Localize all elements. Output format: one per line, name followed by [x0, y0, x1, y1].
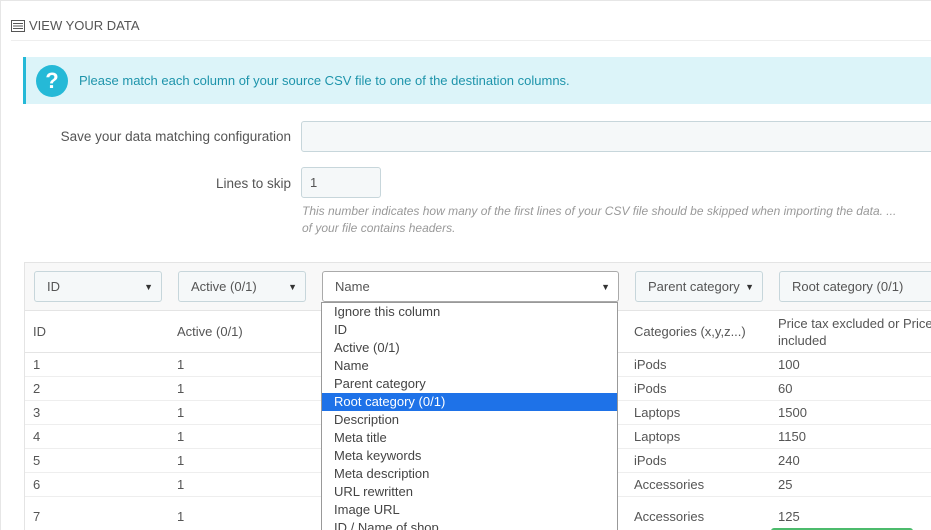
dropdown-option[interactable]: Parent category [322, 375, 617, 393]
lines-to-skip-label: Lines to skip [215, 176, 291, 191]
alert-text: Please match each column of your source … [79, 73, 570, 88]
info-alert: ? Please match each column of your sourc… [23, 57, 931, 104]
dropdown-option-selected[interactable]: Root category (0/1) [322, 393, 617, 411]
caret-down-icon: ▼ [288, 282, 297, 292]
dropdown-option[interactable]: URL rewritten [322, 483, 617, 501]
caret-down-icon: ▼ [144, 282, 153, 292]
dropdown-option[interactable]: Meta keywords [322, 447, 617, 465]
header-active: Active (0/1) [177, 324, 243, 339]
column-select-2[interactable]: Active (0/1) ▼ [178, 271, 306, 302]
dropdown-option[interactable]: Active (0/1) [322, 339, 617, 357]
header-id: ID [33, 324, 46, 339]
dropdown-option[interactable]: ID [322, 321, 617, 339]
dropdown-option[interactable]: Description [322, 411, 617, 429]
column-select-5[interactable]: Root category (0/1) [779, 271, 931, 302]
config-name-input[interactable] [301, 121, 931, 152]
caret-down-icon: ▼ [601, 282, 610, 292]
dropdown-option[interactable]: Image URL [322, 501, 617, 519]
config-label: Save your data matching configuration [60, 129, 291, 144]
panel-heading: VIEW YOUR DATA [11, 11, 931, 41]
column-select-3[interactable]: Name ▼ [322, 271, 619, 302]
caret-down-icon: ▼ [745, 282, 754, 292]
header-categories: Categories (x,y,z...) [634, 324, 746, 339]
column-select-dropdown[interactable]: Ignore this column ID Active (0/1) Name … [321, 302, 618, 530]
lines-to-skip-input[interactable] [301, 167, 381, 198]
dropdown-option[interactable]: Meta title [322, 429, 617, 447]
view-data-panel: VIEW YOUR DATA ? Please match each colum… [0, 0, 931, 530]
header-price: Price tax excluded or Price tax [778, 316, 931, 331]
dropdown-option[interactable]: Name [322, 357, 617, 375]
panel-title: VIEW YOUR DATA [29, 18, 140, 33]
header-price-line2: included [778, 333, 827, 348]
question-icon: ? [36, 64, 68, 97]
column-select-1[interactable]: ID ▼ [34, 271, 162, 302]
dropdown-option[interactable]: ID / Name of shop [322, 519, 617, 530]
dropdown-option[interactable]: Meta description [322, 465, 617, 483]
list-icon [11, 19, 25, 32]
lines-to-skip-help: This number indicates how many of the fi… [302, 204, 897, 235]
column-select-4[interactable]: Parent category ▼ [635, 271, 763, 302]
dropdown-option[interactable]: Ignore this column [322, 303, 617, 321]
